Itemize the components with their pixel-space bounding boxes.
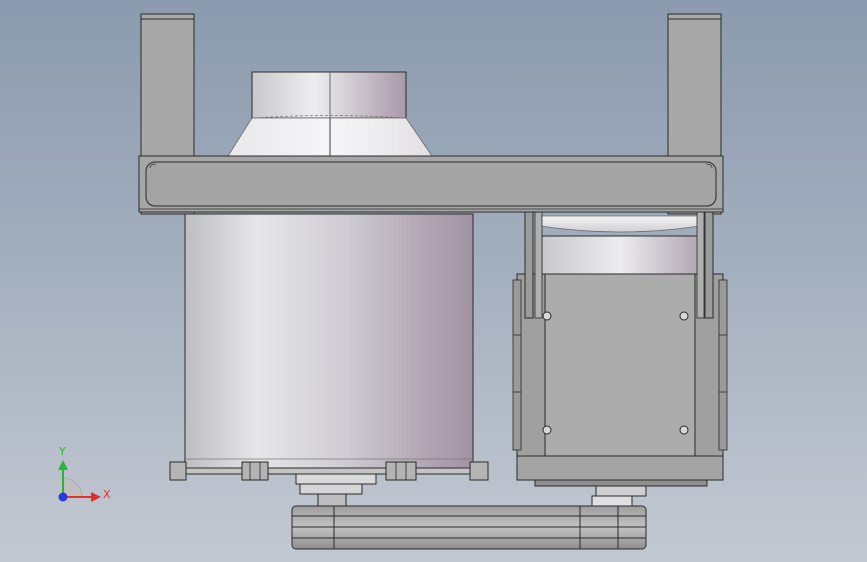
assembly-drawing: X Y (58, 13, 728, 550)
x-axis-label: X (103, 488, 111, 501)
drive-belt (291, 505, 647, 550)
motor-top-cap (539, 215, 701, 275)
y-axis-arrowhead (58, 460, 68, 470)
right-pulley-hub (591, 485, 647, 507)
y-axis-label: Y (58, 445, 66, 458)
cad-viewport[interactable]: X Y (0, 0, 867, 562)
coordinate-triad: X Y (58, 445, 111, 502)
main-housing-cylinder (184, 213, 474, 475)
top-cap-cylinder (251, 71, 407, 119)
left-spindle-hub (299, 483, 363, 507)
motor-base-plate (516, 455, 724, 487)
z-axis-dot (58, 492, 68, 502)
x-axis-arrowhead (91, 492, 101, 502)
top-crossbar (138, 155, 724, 213)
cone-transition (227, 115, 433, 157)
motor-housing-box (512, 273, 728, 457)
